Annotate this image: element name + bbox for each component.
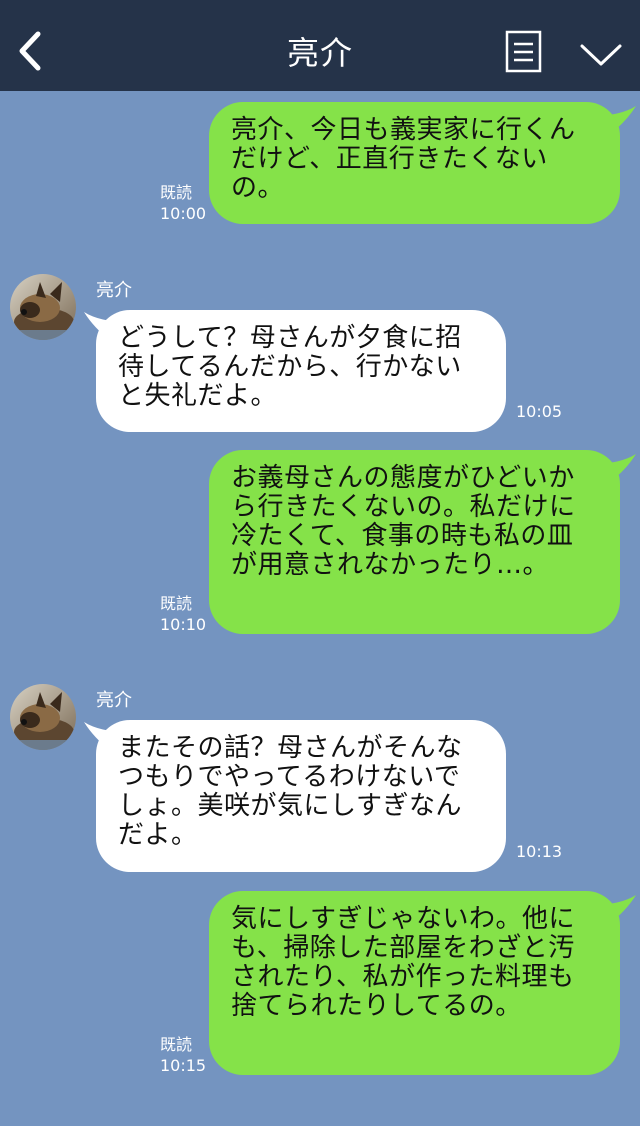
message-text: どうして？母さんが夕食に招待してるんだから、行かないと失礼だよ。 <box>118 323 462 411</box>
chevron-down-icon <box>580 44 622 66</box>
read-label: 既読 <box>160 594 193 613</box>
collapse-button[interactable] <box>578 38 624 70</box>
read-label: 既読 <box>160 183 193 202</box>
message-text: またその話？母さんがそんなつもりでやってるわけないでしょ。美咲が気にしすぎなんだ… <box>118 733 463 850</box>
read-label: 既読 <box>160 1035 193 1054</box>
read-receipt: 既読 10:15 <box>160 1034 206 1076</box>
message-time: 10:15 <box>160 1056 207 1075</box>
message-time: 10:10 <box>160 615 207 634</box>
back-button[interactable] <box>8 22 52 78</box>
message-time: 10:00 <box>160 204 207 223</box>
read-receipt: 既読 10:10 <box>160 593 206 635</box>
menu-list-icon <box>505 30 542 73</box>
message-text: お義母さんの態度がひどいから行きたくないの。私だけに冷たくて、食事の時も私の皿が… <box>231 463 576 580</box>
contact-avatar[interactable] <box>10 274 76 340</box>
incoming-message-bubble[interactable]: どうして？母さんが夕食に招待してるんだから、行かないと失礼だよ。 <box>96 310 506 432</box>
chat-header: 亮介 <box>0 0 640 91</box>
sender-name: 亮介 <box>96 690 132 711</box>
message-time: 10:13 <box>516 842 563 861</box>
outgoing-message-bubble[interactable]: お義母さんの態度がひどいから行きたくないの。私だけに冷たくて、食事の時も私の皿が… <box>209 450 620 634</box>
dog-avatar-icon <box>10 274 76 340</box>
read-receipt: 既読 10:00 <box>160 182 206 224</box>
message-text: 亮介、今日も義実家に行くんだけど、正直行きたくないの。 <box>231 115 576 203</box>
outgoing-message-bubble[interactable]: 亮介、今日も義実家に行くんだけど、正直行きたくないの。 <box>209 102 620 224</box>
outgoing-message-bubble[interactable]: 気にしすぎじゃないわ。他にも、掃除した部屋をわざと汚されたり、私が作った料理も捨… <box>209 891 620 1075</box>
chevron-left-icon <box>19 31 41 71</box>
menu-button[interactable] <box>504 30 544 74</box>
sender-name: 亮介 <box>96 280 132 301</box>
message-text: 気にしすぎじゃないわ。他にも、掃除した部屋をわざと汚されたり、私が作った料理も捨… <box>231 904 575 1021</box>
message-time: 10:05 <box>516 402 563 421</box>
chat-title: 亮介 <box>286 34 353 72</box>
contact-avatar[interactable] <box>10 684 76 750</box>
incoming-message-bubble[interactable]: またその話？母さんがそんなつもりでやってるわけないでしょ。美咲が気にしすぎなんだ… <box>96 720 506 872</box>
dog-avatar-icon <box>10 684 76 750</box>
